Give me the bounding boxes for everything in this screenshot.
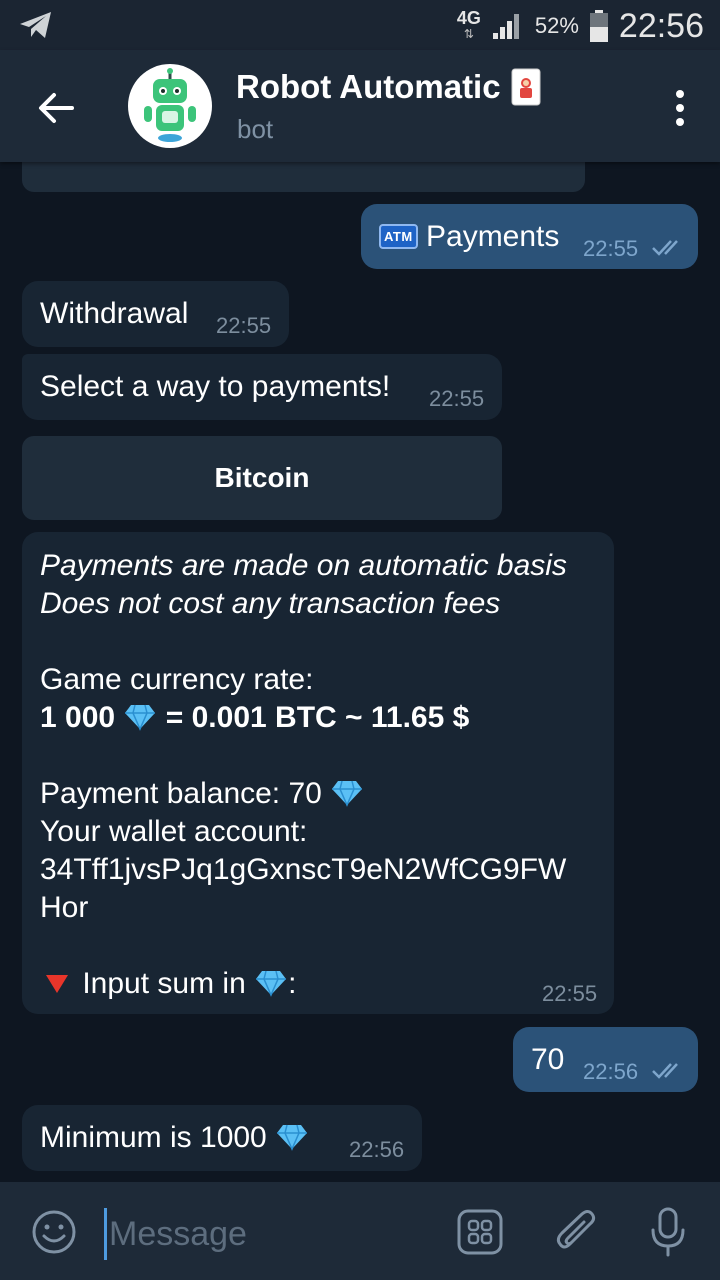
status-clock: 22:56 [618,6,704,45]
message-input[interactable] [104,1208,441,1260]
read-checks-icon [652,1063,678,1079]
diamond-icon [125,704,156,731]
diamond-icon [332,780,363,807]
rate-value: 1 000 = 0.001 BTC ~ 11.65 $ [40,699,469,737]
robot-avatar-icon [144,68,196,142]
message-in-minimum[interactable]: Minimum is 1000 22:56 [22,1105,422,1171]
message-in-select-way[interactable]: Select a way to payments! 22:55 [22,354,502,420]
wallet-address-2: Hor [40,891,89,924]
input-sum-label: Input sum in [82,967,246,1000]
playing-card-icon [511,68,541,106]
more-vert-icon[interactable] [670,88,690,128]
minimum-line: Minimum is 1000 [40,1119,309,1157]
message-text: 70 [531,1043,565,1076]
message-time: 22:55 [216,313,272,338]
chat-subtitle: bot [237,114,274,144]
balance-line: Payment balance: 70 [40,775,364,813]
attach-icon[interactable] [552,1206,600,1258]
back-arrow-icon[interactable] [34,86,78,130]
previous-button-partial[interactable] [22,162,585,192]
telegram-icon [20,12,51,38]
status-bar: 4G ⇅ 52% 22:56 [0,0,720,50]
rate-label: Game currency rate: [40,663,314,696]
info-line-1: Payments are made on automatic basis [40,549,567,582]
chat-title-text: Robot Automatic [236,68,501,105]
wallet-address-1: 34Tff1jvsPJq1gGxnscT9eN2WfCG9FW [40,853,567,886]
message-in-payment-info[interactable]: Payments are made on automatic basis Doe… [22,532,614,1014]
input-sum-line: Input sum in : [40,965,296,1003]
network-indicator: 4G ⇅ [456,8,481,41]
chat-header: Robot Automatic bot [0,50,720,162]
rate-right: = 0.001 BTC ~ 11.65 $ [165,701,470,734]
message-time: 22:55 [429,386,485,411]
message-time: 22:55 [583,236,639,261]
message-text: Payments [426,220,560,253]
message-in-withdrawal[interactable]: Withdrawal 22:55 [22,281,289,347]
message-text: Select a way to payments! [40,370,391,403]
avatar[interactable] [128,64,212,148]
rate-left: 1 000 [40,701,116,734]
diamond-icon [277,1124,308,1151]
message-text: Minimum is 1000 [40,1121,267,1154]
signal-icon [492,14,519,39]
message-time: 22:55 [542,981,598,1006]
microphone-icon[interactable] [648,1206,688,1258]
wallet-label: Your wallet account: [40,815,308,848]
message-text: Withdrawal [40,297,189,330]
battery-icon [589,10,608,42]
message-time: 22:56 [583,1059,639,1084]
atm-icon: ATM [379,224,418,249]
red-triangle-icon [46,975,68,993]
message-out-amount[interactable]: 70 22:56 [513,1027,698,1092]
input-sum-suffix: : [288,967,297,1000]
battery-percent: 52% [534,13,579,38]
info-line-2: Does not cost any transaction fees [40,587,501,620]
message-time: 22:56 [349,1137,405,1162]
read-checks-icon [652,240,678,256]
bitcoin-button-label: Bitcoin [214,462,310,493]
balance-label: Payment balance: 70 [40,777,322,810]
bot-keyboard-icon[interactable] [456,1208,504,1256]
bitcoin-button[interactable]: Bitcoin [22,436,502,520]
message-out-payments[interactable]: ATM Payments 22:55 [361,204,698,269]
chat-title[interactable]: Robot Automatic [236,68,541,106]
chat-messages[interactable]: ATM Payments 22:55 Withdrawal 22:55 Sele… [0,162,720,1182]
emoji-icon[interactable] [30,1208,78,1256]
diamond-icon [256,970,287,997]
